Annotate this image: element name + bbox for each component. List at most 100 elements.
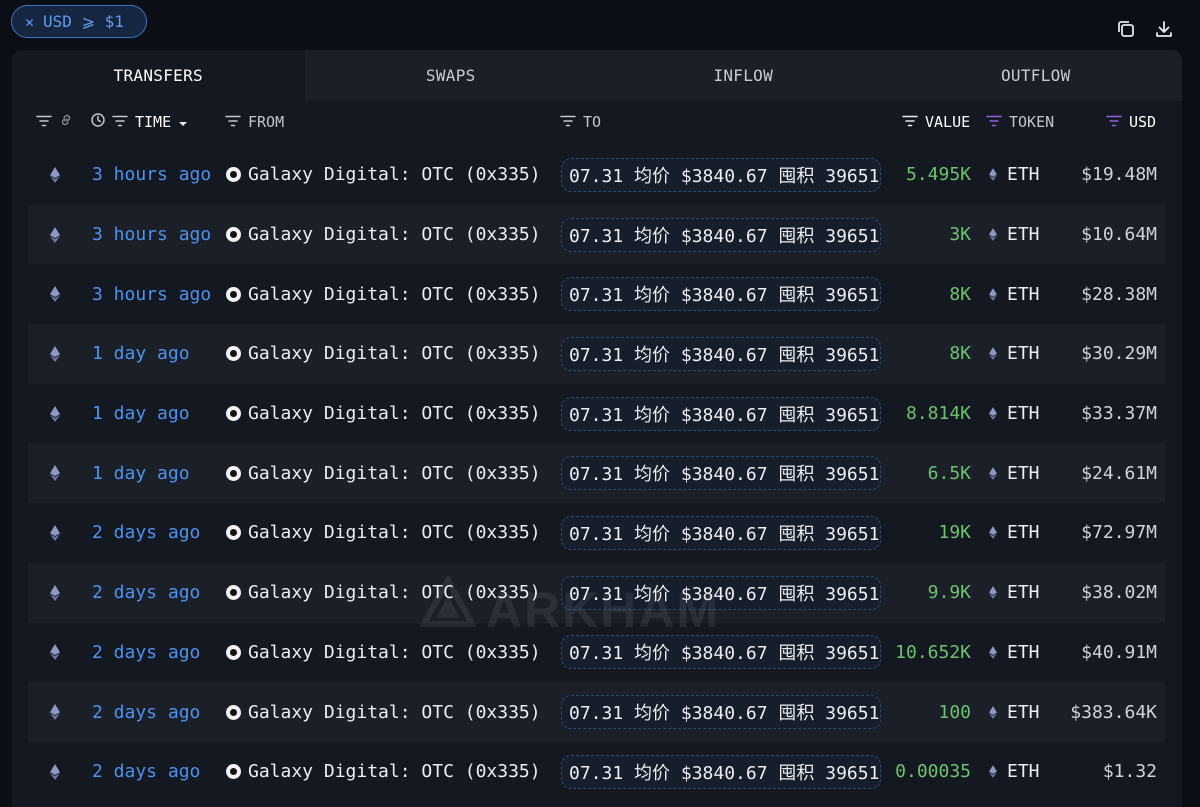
token-header[interactable]: TOKEN xyxy=(986,101,1054,143)
time-link[interactable]: 1 day ago xyxy=(92,443,190,503)
eth-token-icon xyxy=(989,228,997,241)
time-header[interactable]: TIME xyxy=(91,101,188,143)
table-row[interactable]: 3 hours ago Galaxy Digital: OTC (0x335) … xyxy=(28,264,1165,324)
value-header[interactable]: VALUE xyxy=(902,101,970,143)
to-address[interactable]: 07.31 均价 $3840.67 囤积 39651. xyxy=(561,324,881,384)
time-link[interactable]: 3 hours ago xyxy=(92,205,211,265)
copy-icon[interactable] xyxy=(1116,19,1136,39)
token-symbol: ETH xyxy=(1007,641,1040,663)
from-header-label: FROM xyxy=(248,113,285,131)
to-address[interactable]: 07.31 均价 $3840.67 囤积 39651. xyxy=(561,443,881,503)
to-address[interactable]: 07.31 均价 $3840.67 囤积 39651. xyxy=(561,384,881,444)
table-row[interactable]: 1 day ago Galaxy Digital: OTC (0x335) 07… xyxy=(28,443,1165,504)
usd-filter-chip[interactable]: ✕ USD ⩾ $1 xyxy=(11,5,147,38)
table-row[interactable]: 1 day ago Galaxy Digital: OTC (0x335) 07… xyxy=(28,384,1165,444)
token-symbol: ETH xyxy=(1007,462,1040,484)
from-entity[interactable]: Galaxy Digital: OTC (0x335) xyxy=(226,324,541,384)
time-link[interactable]: 3 hours ago xyxy=(92,264,211,324)
from-entity[interactable]: Galaxy Digital: OTC (0x335) xyxy=(226,742,541,802)
from-entity[interactable]: Galaxy Digital: OTC (0x335) xyxy=(226,205,541,265)
token-symbol: ETH xyxy=(1007,283,1040,305)
table-row[interactable]: 2 days ago Galaxy Digital: OTC (0x335) 0… xyxy=(28,503,1165,563)
to-address[interactable]: 07.31 均价 $3840.67 囤积 39651. xyxy=(561,682,881,742)
filter-icon[interactable] xyxy=(1106,113,1122,131)
ethereum-chain-icon xyxy=(50,324,60,384)
filter-icon[interactable] xyxy=(225,113,241,131)
from-entity-label: Galaxy Digital: OTC (0x335) xyxy=(248,761,541,783)
eth-token-icon xyxy=(989,347,997,361)
remove-filter-icon[interactable]: ✕ xyxy=(25,13,34,31)
link-icon[interactable] xyxy=(59,113,73,131)
tab-swaps[interactable]: SWAPS xyxy=(304,50,597,101)
token-cell[interactable]: ETH xyxy=(989,682,1040,742)
token-symbol: ETH xyxy=(1007,582,1040,604)
table-row[interactable]: 3 hours ago Galaxy Digital: OTC (0x335) … xyxy=(28,204,1165,265)
tab-outflow[interactable]: OUTFLOW xyxy=(889,50,1182,101)
tab-transfers[interactable]: TRANSFERS xyxy=(12,50,305,101)
to-address[interactable]: 07.31 均价 $3840.67 囤积 39651. xyxy=(561,503,881,563)
galaxy-digital-logo-icon xyxy=(226,346,241,362)
filter-icon[interactable] xyxy=(112,113,128,131)
to-address[interactable]: 07.31 均价 $3840.67 囤积 39651. xyxy=(561,264,881,324)
to-address[interactable]: 07.31 均价 $3840.67 囤积 39651. xyxy=(561,205,881,265)
time-link[interactable]: 2 days ago xyxy=(92,682,200,742)
from-entity[interactable]: Galaxy Digital: OTC (0x335) xyxy=(226,503,541,563)
table-row[interactable]: 3 hours ago Galaxy Digital: OTC (0x335) … xyxy=(28,145,1165,205)
ethereum-chain-icon xyxy=(50,384,60,444)
from-entity[interactable]: Galaxy Digital: OTC (0x335) xyxy=(226,682,541,742)
sort-desc-icon[interactable] xyxy=(178,113,188,131)
from-entity-label: Galaxy Digital: OTC (0x335) xyxy=(248,641,541,663)
token-cell[interactable]: ETH xyxy=(989,443,1040,503)
filter-icon[interactable] xyxy=(902,113,918,131)
eth-token-icon xyxy=(989,645,997,659)
from-entity[interactable]: Galaxy Digital: OTC (0x335) xyxy=(226,264,541,324)
value-amount: 9.9K xyxy=(927,582,971,604)
usd-amount: $38.02M xyxy=(1081,582,1157,604)
to-header[interactable]: TO xyxy=(560,101,601,143)
from-entity[interactable]: Galaxy Digital: OTC (0x335) xyxy=(226,384,541,444)
download-icon[interactable] xyxy=(1154,19,1174,39)
usd-amount: $28.38M xyxy=(1081,283,1157,305)
token-cell[interactable]: ETH xyxy=(989,563,1040,623)
token-cell[interactable]: ETH xyxy=(989,264,1040,324)
eth-token-icon xyxy=(989,287,997,301)
filter-icon[interactable] xyxy=(36,113,52,131)
time-link[interactable]: 2 days ago xyxy=(92,503,200,563)
table-row[interactable]: 2 days ago Galaxy Digital: OTC (0x335) 0… xyxy=(28,682,1165,742)
usd-header[interactable]: USD xyxy=(1106,101,1156,143)
from-entity[interactable]: Galaxy Digital: OTC (0x335) xyxy=(226,443,541,503)
from-entity-label: Galaxy Digital: OTC (0x335) xyxy=(248,283,541,305)
eth-token-icon xyxy=(989,705,997,719)
token-cell[interactable]: ETH xyxy=(989,205,1040,265)
token-cell[interactable]: ETH xyxy=(989,503,1040,563)
to-address[interactable]: 07.31 均价 $3840.67 囤积 39651. xyxy=(561,742,881,802)
usd-amount: $24.61M xyxy=(1081,462,1157,484)
token-cell[interactable]: ETH xyxy=(989,384,1040,444)
token-cell[interactable]: ETH xyxy=(989,324,1040,384)
time-link[interactable]: 1 day ago xyxy=(92,324,190,384)
top-actions xyxy=(1116,19,1174,39)
time-link[interactable]: 3 hours ago xyxy=(92,145,211,205)
table-row[interactable]: 1 day ago Galaxy Digital: OTC (0x335) 07… xyxy=(28,324,1165,384)
time-link[interactable]: 2 days ago xyxy=(92,623,200,683)
from-header[interactable]: FROM xyxy=(225,101,284,143)
ethereum-chain-icon xyxy=(50,443,60,503)
from-entity-label: Galaxy Digital: OTC (0x335) xyxy=(248,224,541,246)
table-row[interactable]: 2 days ago Galaxy Digital: OTC (0x335) 0… xyxy=(28,742,1165,802)
token-cell[interactable]: ETH xyxy=(989,145,1040,205)
from-entity[interactable]: Galaxy Digital: OTC (0x335) xyxy=(226,145,541,205)
time-link[interactable]: 2 days ago xyxy=(92,742,200,802)
filter-icon[interactable] xyxy=(560,113,576,131)
time-link[interactable]: 2 days ago xyxy=(92,563,200,623)
tab-inflow[interactable]: INFLOW xyxy=(597,50,890,101)
ethereum-chain-icon xyxy=(50,264,60,324)
filter-icon[interactable] xyxy=(986,113,1002,131)
value-amount: 100 xyxy=(938,701,971,723)
to-address[interactable]: 07.31 均价 $3840.67 囤积 39651. xyxy=(561,145,881,205)
value-amount: 0.00035 xyxy=(895,761,971,783)
to-address-label: 07.31 均价 $3840.67 囤积 39651. xyxy=(561,396,881,431)
token-cell[interactable]: ETH xyxy=(989,742,1040,802)
token-cell[interactable]: ETH xyxy=(989,623,1040,683)
value-amount: 6.5K xyxy=(927,462,971,484)
time-link[interactable]: 1 day ago xyxy=(92,384,190,444)
